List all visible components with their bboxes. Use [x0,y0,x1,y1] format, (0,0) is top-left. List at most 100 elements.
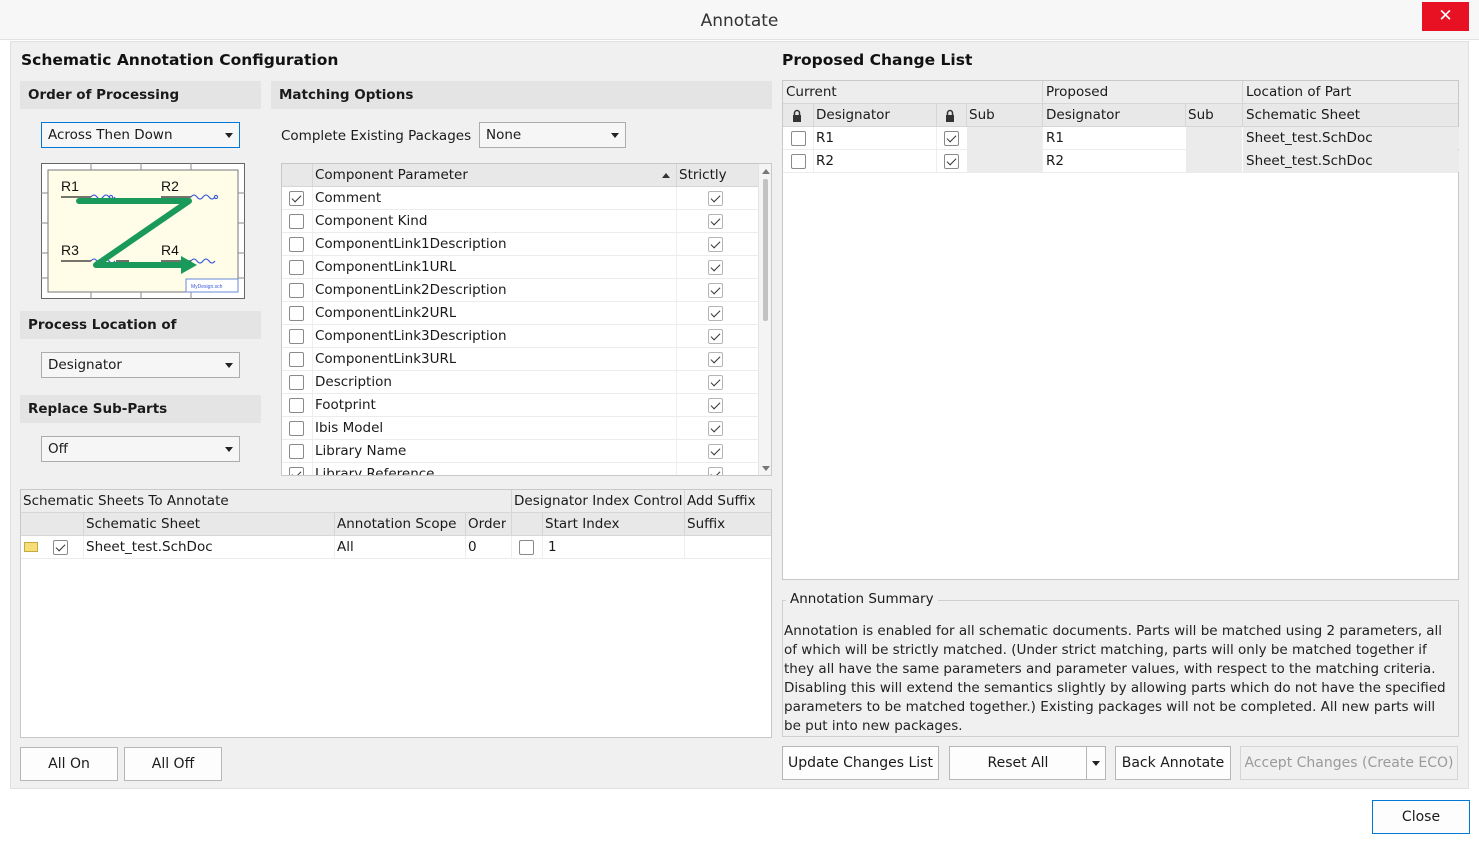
column-header-order[interactable]: Order [468,513,506,535]
scroll-up-icon[interactable] [762,169,770,174]
window-close-button[interactable]: ✕ [1422,2,1469,31]
strict-checkbox[interactable] [708,444,723,459]
chevron-down-icon [225,447,233,452]
column-header-component-parameter[interactable]: Component Parameter [315,164,468,186]
schematic-sheets-grid: Schematic Sheets To Annotate Designator … [20,489,772,738]
strict-checkbox[interactable] [708,214,723,229]
change-column-header: Designator Sub Designator Sub Schematic … [783,104,1458,127]
order-of-processing-select[interactable]: Across Then Down [41,122,240,148]
strict-checkbox[interactable] [708,421,723,436]
matching-row[interactable]: Component Kind [282,210,771,233]
proposed-designator: R1 [1046,130,1064,146]
column-header-start-index[interactable]: Start Index [545,513,619,535]
matching-row[interactable]: ComponentLink3URL [282,348,771,371]
replace-subparts-select[interactable]: Off [41,436,240,462]
location-sheet: Sheet_test.SchDoc [1243,127,1459,149]
strict-checkbox[interactable] [708,191,723,206]
complete-packages-select[interactable]: None [479,122,626,148]
parameter-name: Component Kind [315,213,428,229]
close-button[interactable]: Close [1372,800,1470,834]
group-proposed: Proposed [1046,84,1109,100]
scroll-down-icon[interactable] [762,466,770,471]
column-header-schematic-sheet[interactable]: Schematic Sheet [1246,104,1360,126]
column-header-schematic-sheet[interactable]: Schematic Sheet [86,513,200,535]
matching-row[interactable]: Comment [282,187,771,210]
parameter-checkbox[interactable] [289,214,304,229]
column-header-sub[interactable]: Sub [969,104,995,126]
parameter-checkbox[interactable] [289,398,304,413]
change-rows: R1 R1 Sheet_test.SchDoc R2 R2 Sheet_test.SchD… [783,127,1459,173]
current-lock-checkbox[interactable] [791,154,806,169]
strict-checkbox[interactable] [708,283,723,298]
strict-checkbox[interactable] [708,237,723,252]
parameter-checkbox[interactable] [289,421,304,436]
current-designator: R1 [816,130,834,146]
group-current: Current [786,84,837,100]
current-lock-checkbox[interactable] [791,131,806,146]
matching-row[interactable]: ComponentLink3Description [282,325,771,348]
matching-row[interactable]: Footprint [282,394,771,417]
parameter-checkbox[interactable] [289,191,304,206]
column-header-suffix[interactable]: Suffix [687,513,725,535]
matching-row[interactable]: Library Reference [282,463,771,475]
sheet-row[interactable]: Sheet_test.SchDoc All 0 1 [21,536,771,559]
sheet-start-index[interactable]: 1 [548,536,557,558]
process-location-select[interactable]: Designator [41,352,240,378]
matching-rows: Comment Component Kind ComponentLink1Descr… [282,187,771,475]
all-off-button[interactable]: All Off [124,747,222,781]
sub-lock-checkbox[interactable] [944,131,959,146]
column-header-designator[interactable]: Designator [816,104,890,126]
chevron-down-icon [225,363,233,368]
sheet-scope[interactable]: All [337,536,354,558]
sheet-order[interactable]: 0 [468,536,477,558]
replace-subparts-value: Off [48,441,68,457]
parameter-checkbox[interactable] [289,444,304,459]
matching-row[interactable]: ComponentLink1Description [282,233,771,256]
back-annotate-button[interactable]: Back Annotate [1115,746,1231,780]
parameter-checkbox[interactable] [289,306,304,321]
change-row[interactable]: R1 R1 Sheet_test.SchDoc [783,127,1459,150]
reset-all-button[interactable]: Reset All [949,746,1087,780]
matching-row[interactable]: ComponentLink2Description [282,279,771,302]
index-control-checkbox[interactable] [519,540,534,555]
complete-packages-value: None [486,127,522,143]
parameter-checkbox[interactable] [289,352,304,367]
parameter-checkbox[interactable] [289,260,304,275]
sub-lock-checkbox[interactable] [944,154,959,169]
matching-row[interactable]: Description [282,371,771,394]
reset-all-dropdown[interactable] [1086,746,1106,780]
parameter-name: Ibis Model [315,420,384,436]
strict-checkbox[interactable] [708,467,723,475]
scrollbar-thumb[interactable] [763,179,768,321]
parameter-checkbox[interactable] [289,237,304,252]
preview-label-r2: R2 [161,178,179,194]
column-header-proposed-designator[interactable]: Designator [1046,104,1120,126]
group-add-suffix: Add Suffix [687,493,756,509]
column-header-strictly[interactable]: Strictly [679,164,727,186]
parameter-checkbox[interactable] [289,467,304,475]
matching-row[interactable]: ComponentLink2URL [282,302,771,325]
change-row[interactable]: R2 R2 Sheet_test.SchDoc [783,150,1459,173]
column-header-annotation-scope[interactable]: Annotation Scope [337,513,456,535]
column-header-proposed-sub[interactable]: Sub [1188,104,1214,126]
sheet-enable-checkbox[interactable] [53,540,68,555]
matching-scrollbar[interactable] [758,164,771,475]
accept-changes-button[interactable]: Accept Changes (Create ECO) [1240,746,1458,780]
strict-checkbox[interactable] [708,375,723,390]
matching-row[interactable]: Ibis Model [282,417,771,440]
order-of-processing-value: Across Then Down [48,127,173,143]
strict-checkbox[interactable] [708,352,723,367]
update-changes-list-button[interactable]: Update Changes List [782,746,939,780]
parameter-checkbox[interactable] [289,283,304,298]
strict-checkbox[interactable] [708,398,723,413]
parameter-checkbox[interactable] [289,329,304,344]
parameter-checkbox[interactable] [289,375,304,390]
matching-row[interactable]: ComponentLink1URL [282,256,771,279]
schematic-doc-icon [24,542,38,552]
all-on-button[interactable]: All On [20,747,118,781]
strict-checkbox[interactable] [708,306,723,321]
strict-checkbox[interactable] [708,329,723,344]
matching-row[interactable]: Library Name [282,440,771,463]
preview-label-r4: R4 [161,242,179,258]
strict-checkbox[interactable] [708,260,723,275]
